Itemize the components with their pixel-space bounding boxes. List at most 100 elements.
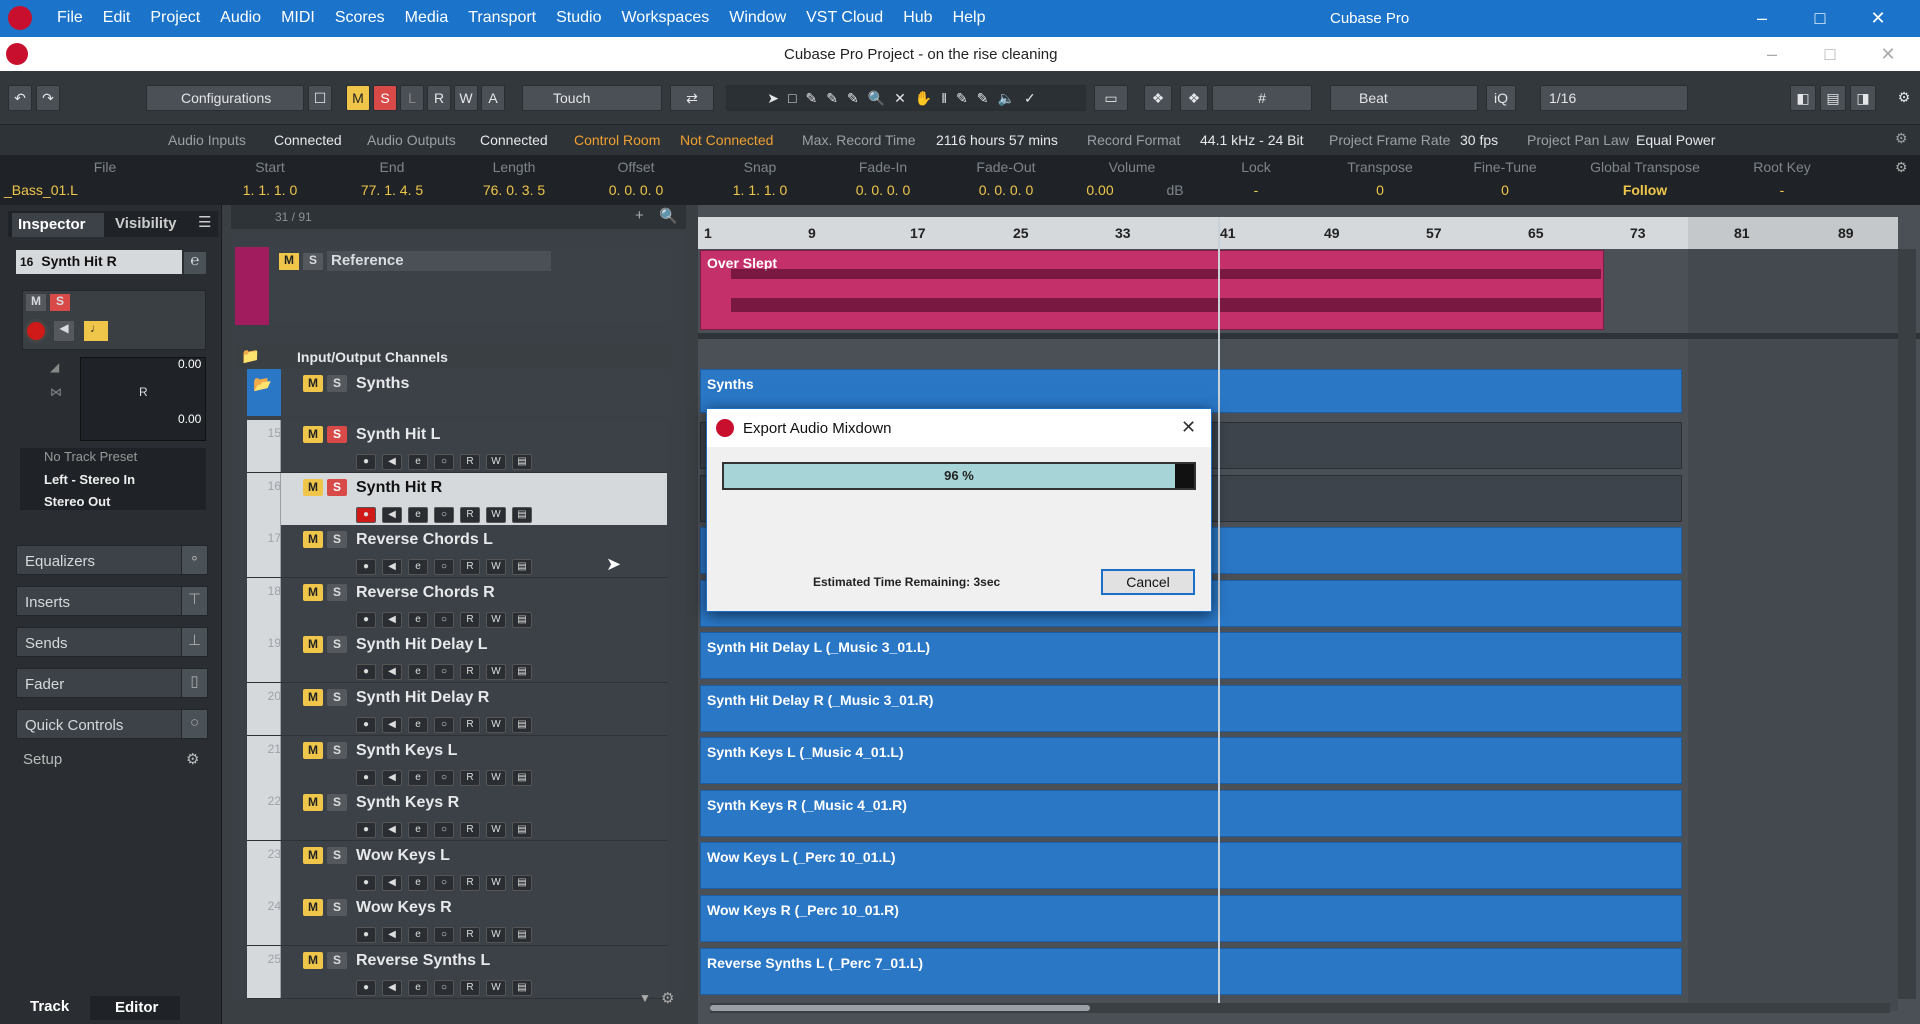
tab-inspector[interactable]: Inspector xyxy=(12,213,104,237)
playback-cursor[interactable] xyxy=(1218,217,1220,1013)
horizontal-scrollbar[interactable] xyxy=(710,1003,1890,1013)
track-name[interactable]: Reverse Chords R xyxy=(356,584,495,602)
menu-scores[interactable]: Scores xyxy=(325,9,395,27)
setup-gear-icon[interactable]: ⚙ xyxy=(186,750,199,768)
track-name[interactable]: Synth Hit Delay L xyxy=(356,636,488,654)
section-fader[interactable]: Fader ▯ xyxy=(16,668,208,698)
reference-track-dropdown[interactable]: Reference xyxy=(327,251,551,271)
write-automation-icon[interactable]: W xyxy=(486,927,506,944)
mode-r-button[interactable]: R xyxy=(427,85,451,111)
link-icon[interactable]: ○ xyxy=(434,769,454,786)
inspector-solo-button[interactable]: S xyxy=(50,294,70,311)
track-solo-button[interactable]: S xyxy=(327,899,347,917)
track-mute-button[interactable]: M xyxy=(303,531,323,549)
track-solo-button[interactable]: S xyxy=(327,794,347,812)
folder-track[interactable]: 📁 Input/Output Channels xyxy=(235,345,671,369)
link-icon[interactable]: ○ xyxy=(434,454,454,470)
lanes-icon[interactable]: ▤ xyxy=(512,822,532,839)
record-enable-icon[interactable]: ● xyxy=(356,717,376,733)
info-value-transpose[interactable]: 0 xyxy=(1340,182,1420,198)
record-enable-icon[interactable]: ● xyxy=(356,454,376,470)
add-track-icon[interactable]: + xyxy=(635,207,644,224)
tool-palette[interactable]: ➤□✎✎✎🔍✕✋‖✎✎🔈✓ xyxy=(726,85,1086,111)
output-routing[interactable]: Stereo Out xyxy=(44,494,110,509)
track-name[interactable]: Synth Hit R xyxy=(356,479,442,497)
info-value-global-transpose[interactable]: Follow xyxy=(1580,182,1710,198)
tab-visibility[interactable]: Visibility xyxy=(115,215,176,232)
track-name[interactable]: Reverse Chords L xyxy=(356,531,493,549)
redo-icon[interactable]: ↷ xyxy=(36,85,60,111)
project-close-icon[interactable]: ✕ xyxy=(1878,44,1898,64)
track-event[interactable]: Wow Keys R (_Perc 10_01.R) xyxy=(700,895,1682,942)
pan-value[interactable]: 0.00 xyxy=(178,412,201,426)
project-minimize-icon[interactable]: – xyxy=(1762,44,1782,64)
write-automation-icon[interactable]: W xyxy=(486,874,506,891)
track-event[interactable]: Reverse Synths L (_Perc 7_01.L) xyxy=(700,947,1682,995)
track-event[interactable]: Synth Hit Delay L (_Music 3_01.L) xyxy=(700,632,1682,679)
edit-channel-icon[interactable]: e xyxy=(408,611,428,628)
track-event[interactable]: Synth Hit Delay R (_Music 3_01.R) xyxy=(700,684,1682,732)
snap-icon[interactable]: ❖ xyxy=(1180,85,1208,111)
track-row[interactable]: 25 M S Reverse Synths L ● ◀ e ○ R W ▤ xyxy=(247,946,667,999)
mode-s-button[interactable]: S xyxy=(373,85,397,111)
read-automation-icon[interactable]: R xyxy=(460,506,480,523)
mode-w-button[interactable]: W xyxy=(454,85,478,111)
read-automation-icon[interactable]: R xyxy=(460,980,480,996)
track-solo-button[interactable]: S xyxy=(327,531,347,549)
link-icon[interactable]: ○ xyxy=(434,927,454,944)
track-mute-button[interactable]: M xyxy=(303,846,323,864)
write-automation-icon[interactable]: W xyxy=(486,822,506,839)
track-mute-button[interactable]: M xyxy=(303,583,323,601)
link-icon[interactable]: ○ xyxy=(434,611,454,628)
cubase-logo-icon[interactable] xyxy=(8,6,32,30)
lanes-icon[interactable]: ▤ xyxy=(512,611,532,628)
menu-vst-cloud[interactable]: VST Cloud xyxy=(796,9,893,27)
inspector-track-name[interactable]: Synth Hit R xyxy=(41,253,116,269)
menu-audio[interactable]: Audio xyxy=(210,9,271,27)
edit-channel-icon[interactable]: e xyxy=(408,822,428,839)
reference-track[interactable]: M S Reference xyxy=(235,247,671,325)
lanes-icon[interactable]: ▤ xyxy=(512,927,532,944)
monitor-icon[interactable]: ◀ xyxy=(382,717,402,733)
edit-channel-icon[interactable]: e xyxy=(408,980,428,996)
section-inserts[interactable]: Inserts ⊤ xyxy=(16,586,208,616)
volume-value[interactable]: 0.00 xyxy=(178,357,201,371)
edit-channel-icon[interactable]: ℮ xyxy=(184,252,206,274)
track-row[interactable]: 19 M S Synth Hit Delay L ● ◀ e ○ R W ▤ xyxy=(247,630,667,684)
menu-file[interactable]: File xyxy=(47,9,93,27)
edit-channel-icon[interactable]: e xyxy=(408,874,428,891)
mode-l-button[interactable]: L xyxy=(400,85,424,111)
edit-channel-icon[interactable]: e xyxy=(408,769,428,786)
write-automation-icon[interactable]: W xyxy=(486,559,506,576)
link-icon[interactable]: ○ xyxy=(434,559,454,576)
edit-channel-icon[interactable]: e xyxy=(408,664,428,681)
read-automation-icon[interactable]: R xyxy=(460,454,480,470)
track-name[interactable]: Wow Keys L xyxy=(356,847,450,865)
edit-channel-icon[interactable]: e xyxy=(408,717,428,733)
write-automation-icon[interactable]: W xyxy=(486,717,506,733)
link-icon[interactable]: ○ xyxy=(434,822,454,839)
track-mute-button[interactable]: M xyxy=(303,741,323,759)
track-row[interactable]: 20 M S Synth Hit Delay R ● ◀ e ○ R W ▤ xyxy=(247,683,667,736)
monitor-icon[interactable]: ◀ xyxy=(382,980,402,996)
read-automation-icon[interactable]: R xyxy=(460,927,480,944)
record-enable-icon[interactable]: ● xyxy=(356,822,376,839)
track-preset[interactable]: No Track Preset xyxy=(44,449,137,464)
drag-mode-icon[interactable]: ⇄ xyxy=(670,85,714,111)
project-maximize-icon[interactable]: □ xyxy=(1820,44,1840,64)
infoline-gear-icon[interactable]: ⚙ xyxy=(1895,159,1908,176)
color-tool-icon[interactable]: ▭ xyxy=(1094,85,1128,111)
write-automation-icon[interactable]: W xyxy=(486,769,506,786)
menu-midi[interactable]: MIDI xyxy=(271,9,325,27)
track-solo-button[interactable]: S xyxy=(327,426,347,443)
inspector-track-header[interactable]: 16 Synth Hit R xyxy=(16,250,182,274)
monitor-icon[interactable]: ◀ xyxy=(382,506,402,523)
track-event[interactable]: Synth Keys L (_Music 4_01.L) xyxy=(700,737,1682,785)
project-arrange-area[interactable]: 1 9 17 25 33 41 49 57 65 73 81 89 Over Slept Synths… xyxy=(698,205,1920,1024)
lanes-icon[interactable]: ▤ xyxy=(512,506,532,523)
write-automation-icon[interactable]: W xyxy=(486,664,506,681)
record-enable-icon[interactable]: ● xyxy=(356,664,376,681)
info-value-end[interactable]: 77. 1. 4. 5 xyxy=(352,182,432,198)
write-automation-icon[interactable]: W xyxy=(486,454,506,470)
menu-project[interactable]: Project xyxy=(140,9,210,27)
